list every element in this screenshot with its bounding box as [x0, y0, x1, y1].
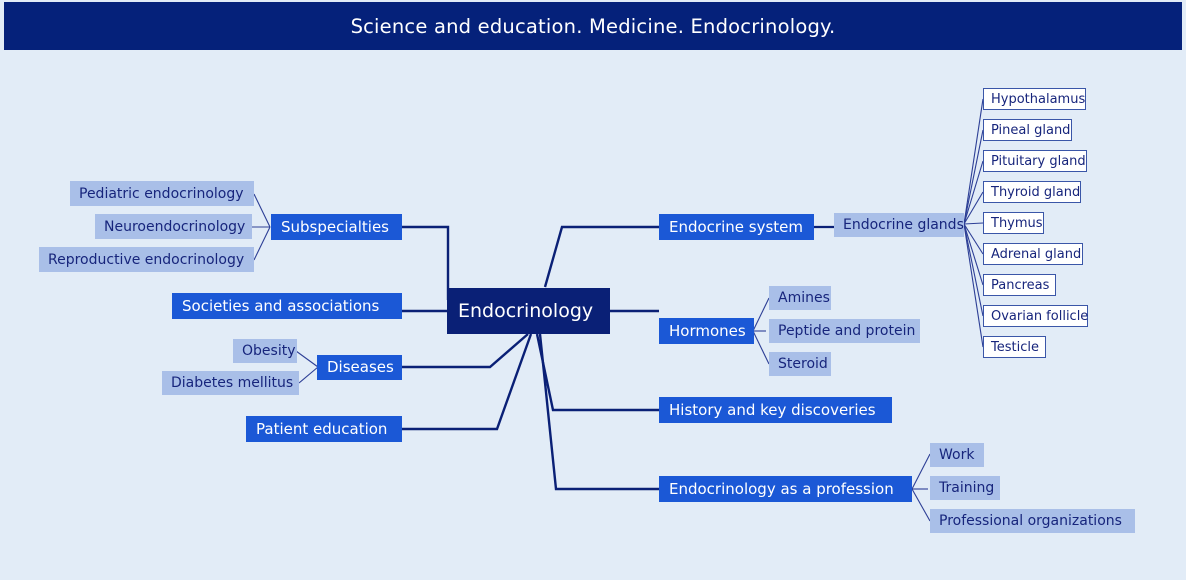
node-label: Neuroendocrinology [104, 218, 246, 235]
node-obesity[interactable]: Obesity [233, 339, 297, 363]
title-bar: Science and education. Medicine. Endocri… [4, 2, 1182, 50]
node-diseases[interactable]: Diseases [317, 355, 402, 380]
node-label: Subspecialties [281, 217, 389, 236]
node-thyroid-gland[interactable]: Thyroid gland [983, 181, 1081, 203]
node-label: Testicle [991, 339, 1039, 355]
node-label: History and key discoveries [669, 400, 876, 419]
node-adrenal-gland[interactable]: Adrenal gland [983, 243, 1083, 265]
node-root-endocrinology[interactable]: Endocrinology [447, 288, 610, 334]
page-title: Science and education. Medicine. Endocri… [350, 14, 836, 38]
node-label: Professional organizations [939, 513, 1122, 529]
node-label: Steroid [778, 356, 828, 372]
node-label: Societies and associations [182, 296, 380, 315]
node-label: Training [939, 480, 995, 496]
node-label: Reproductive endocrinology [48, 251, 245, 268]
node-label: Patient education [256, 419, 388, 438]
node-endocrine-system[interactable]: Endocrine system [659, 214, 814, 240]
node-label: Pancreas [991, 277, 1050, 293]
node-pineal-gland[interactable]: Pineal gland [983, 119, 1072, 141]
node-label: Hypothalamus [991, 91, 1086, 107]
node-label: Thyroid gland [991, 184, 1081, 200]
node-label: Endocrinology [458, 299, 594, 322]
node-label: Diabetes mellitus [171, 375, 294, 391]
node-thymus[interactable]: Thymus [983, 212, 1044, 234]
node-steroid[interactable]: Steroid [769, 352, 831, 376]
node-label: Obesity [242, 343, 296, 359]
node-pituitary-gland[interactable]: Pituitary gland [983, 150, 1087, 172]
node-label: Ovarian follicle [991, 308, 1089, 324]
node-work[interactable]: Work [930, 443, 984, 467]
node-testicle[interactable]: Testicle [983, 336, 1046, 358]
node-label: Peptide and protein [778, 323, 916, 339]
node-neuroendocrinology[interactable]: Neuroendocrinology [95, 214, 252, 239]
node-diabetes-mellitus[interactable]: Diabetes mellitus [162, 371, 299, 395]
node-subspecialties[interactable]: Subspecialties [271, 214, 402, 240]
node-endocrine-glands[interactable]: Endocrine glands [834, 213, 964, 237]
node-label: Pediatric endocrinology [79, 185, 244, 202]
node-label: Adrenal gland [991, 246, 1082, 262]
node-label: Hormones [669, 321, 746, 340]
node-professional-organizations[interactable]: Professional organizations [930, 509, 1135, 533]
node-reproductive-endocrinology[interactable]: Reproductive endocrinology [39, 247, 254, 272]
node-endocrinology-as-a-profession[interactable]: Endocrinology as a profession [659, 476, 912, 502]
node-training[interactable]: Training [930, 476, 1000, 500]
node-label: Diseases [327, 358, 394, 376]
node-societies-and-associations[interactable]: Societies and associations [172, 293, 402, 319]
node-hormones[interactable]: Hormones [659, 318, 754, 344]
node-label: Pineal gland [991, 122, 1071, 138]
node-pancreas[interactable]: Pancreas [983, 274, 1056, 296]
node-pediatric-endocrinology[interactable]: Pediatric endocrinology [70, 181, 254, 206]
node-label: Endocrine system [669, 217, 803, 236]
node-label: Endocrine glands [843, 217, 964, 233]
node-label: Thymus [991, 215, 1043, 231]
node-label: Endocrinology as a profession [669, 479, 894, 498]
node-label: Amines [778, 290, 830, 306]
node-history-and-key-discoveries[interactable]: History and key discoveries [659, 397, 892, 423]
node-hypothalamus[interactable]: Hypothalamus [983, 88, 1086, 110]
node-label: Work [939, 447, 975, 463]
node-patient-education[interactable]: Patient education [246, 416, 402, 442]
mindmap-canvas: Science and education. Medicine. Endocri… [0, 0, 1186, 580]
node-ovarian-follicle[interactable]: Ovarian follicle [983, 305, 1088, 327]
node-amines[interactable]: Amines [769, 286, 831, 310]
node-peptide-and-protein[interactable]: Peptide and protein [769, 319, 920, 343]
node-label: Pituitary gland [991, 153, 1086, 169]
